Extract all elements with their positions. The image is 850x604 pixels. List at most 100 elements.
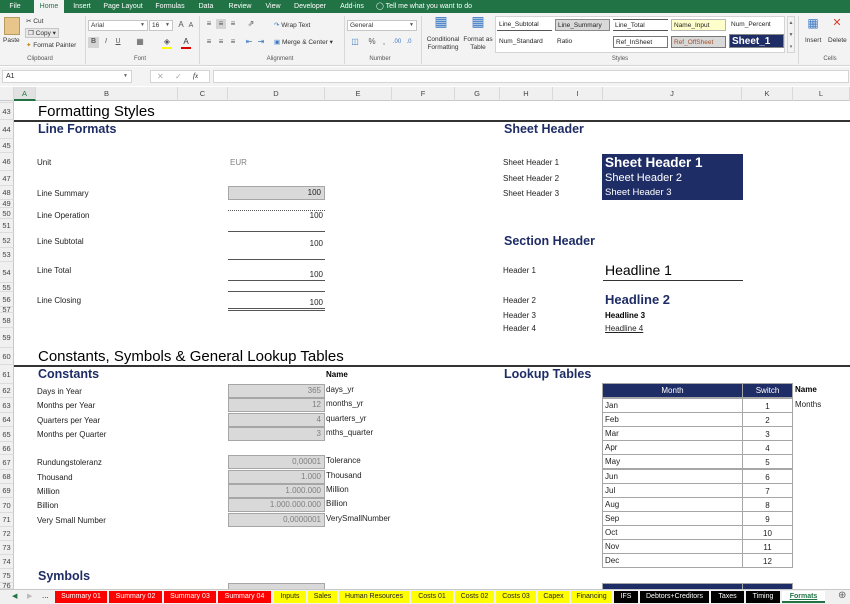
tab-insert[interactable]: Insert [68, 0, 96, 13]
sheet-tab[interactable]: Sales [308, 591, 337, 603]
sheet-tab[interactable]: Summary 02 [109, 591, 162, 603]
row-header[interactable]: 70 [0, 498, 14, 513]
row-header[interactable]: 62 [0, 384, 14, 398]
lookup-switch-cell[interactable]: 7 [742, 482, 793, 498]
formula-input[interactable] [213, 70, 849, 83]
font-color-icon[interactable]: A [181, 37, 191, 49]
name-box[interactable]: A1 ▼ [2, 70, 132, 83]
align-left-icon[interactable]: ≡ [204, 37, 214, 47]
tell-me-box[interactable]: ◯ Tell me what you want to do [376, 0, 480, 13]
line-closing-value[interactable]: 100 [228, 298, 325, 307]
constant-value[interactable]: 365 [228, 384, 325, 398]
row-header[interactable]: 71 [0, 513, 14, 527]
tab-file[interactable]: File [2, 0, 28, 13]
style-line-summary[interactable]: Line_Summary [555, 19, 610, 31]
lookup-switch-cell[interactable]: 9 [742, 510, 793, 526]
lookup-switch-cell[interactable]: 8 [742, 496, 793, 512]
column-header-g[interactable]: G [455, 87, 500, 101]
scroll-tabs-left-icon[interactable]: ◀ [12, 592, 17, 600]
constant-value[interactable]: 0,0000001 [228, 513, 325, 527]
cut-button[interactable]: ✂ Cut [26, 17, 43, 25]
row-header[interactable]: 68 [0, 470, 14, 484]
lookup-switch-cell[interactable]: 2 [742, 412, 793, 428]
currency-icon[interactable]: ◫ [348, 37, 362, 47]
lookup-switch-cell[interactable]: 4 [742, 440, 793, 456]
row-header[interactable]: 48 [0, 186, 14, 200]
row-header[interactable]: 66 [0, 442, 14, 455]
style-num-standard[interactable]: Num_Standard [497, 36, 552, 48]
merge-center-button[interactable]: ▣ Merge & Center ▾ [274, 38, 333, 46]
lookup-month-cell[interactable]: Jan [602, 398, 743, 413]
percent-button[interactable]: % [367, 37, 377, 47]
tab-data[interactable]: Data [194, 0, 218, 13]
lookup-switch-cell[interactable]: 10 [742, 524, 793, 540]
column-header-k[interactable]: K [742, 87, 793, 101]
delete-button[interactable]: Delete [828, 37, 847, 44]
tab-view[interactable]: View [260, 0, 286, 13]
style-ref-insheet[interactable]: Ref_InSheet [613, 36, 668, 48]
sheet-tab[interactable]: Costs 03 [496, 591, 536, 603]
column-header-i[interactable]: I [553, 87, 603, 101]
constant-value[interactable]: 1.000.000.000 [228, 498, 325, 512]
conditional-formatting-button[interactable]: Conditional Formatting [424, 36, 462, 52]
lookup-month-cell[interactable]: Mar [602, 426, 743, 442]
cancel-icon[interactable]: ✕ [157, 72, 164, 81]
increase-font-icon[interactable]: A [176, 20, 186, 30]
tab-add-ins[interactable]: Add-ins [336, 0, 368, 13]
sheet-tab[interactable]: Human Resources [339, 591, 409, 603]
lookup-switch-cell[interactable]: 12 [742, 553, 793, 569]
constant-value[interactable]: 0,00001 [228, 455, 325, 469]
constant-value[interactable]: 12 [228, 398, 325, 412]
row-header[interactable]: 51 [0, 219, 14, 233]
tab-page-layout[interactable]: Page Layout [100, 0, 146, 13]
style-name-input[interactable]: Name_Input [671, 19, 726, 31]
row-header[interactable]: 63 [0, 398, 14, 413]
lookup-month-cell[interactable]: Jun [602, 468, 743, 484]
sheet-tab[interactable]: Summary 03 [164, 591, 216, 603]
row-header[interactable]: 52 [0, 233, 14, 248]
column-header-a[interactable]: A [14, 87, 36, 101]
constant-value[interactable]: 3 [228, 427, 325, 441]
delete-cells-icon[interactable]: ✕ [830, 18, 844, 32]
comma-button[interactable]: , [380, 37, 388, 47]
insert-cells-icon[interactable]: ▦ [806, 17, 820, 32]
row-header[interactable]: 53 [0, 248, 14, 262]
style-line-total[interactable]: Line_Total [613, 19, 668, 31]
increase-decimal-icon[interactable]: .00 [392, 37, 402, 47]
row-header[interactable]: 73 [0, 541, 14, 555]
column-header-l[interactable]: L [793, 87, 850, 101]
row-header[interactable]: 69 [0, 484, 14, 498]
column-header-h[interactable]: H [500, 87, 553, 101]
lookup-month-cell[interactable]: Feb [602, 412, 743, 428]
row-header[interactable]: 59 [0, 328, 14, 348]
lookup-switch-cell[interactable]: 1 [742, 398, 793, 413]
fill-color-icon[interactable]: ◈ [162, 37, 172, 49]
row-header[interactable]: 50 [0, 208, 14, 219]
lookup-month-cell[interactable]: Nov [602, 539, 743, 554]
paste-button[interactable]: Paste [3, 37, 20, 44]
new-sheet-icon[interactable]: ⊕ [838, 590, 846, 601]
line-total-value[interactable]: 100 [228, 270, 325, 279]
orientation-icon[interactable]: ⇗ [244, 19, 258, 29]
column-header-d[interactable]: D [228, 87, 325, 101]
sheet-tab[interactable]: Financing [571, 591, 612, 603]
lookup-month-cell[interactable]: Sep [602, 510, 743, 526]
line-subtotal-value[interactable]: 100 [228, 239, 325, 248]
row-header[interactable]: 61 [0, 365, 14, 384]
decrease-font-icon[interactable]: A [187, 21, 195, 31]
styles-gallery-scroll[interactable]: ▲ ▼ ▾ [787, 16, 795, 53]
sheet-tab[interactable]: Debtors+Creditors [640, 591, 709, 603]
number-format-combo[interactable]: General ▼ [347, 20, 417, 31]
sheet-header-3-sample[interactable]: Sheet Header 3 [605, 187, 672, 198]
sheet-tab[interactable]: Summary 04 [218, 591, 271, 603]
enter-icon[interactable]: ✓ [175, 72, 182, 81]
increase-indent-icon[interactable]: ⇥ [256, 37, 266, 47]
style-ratio[interactable]: Ratio [555, 36, 610, 48]
select-all-corner[interactable] [0, 87, 14, 101]
row-header[interactable]: 64 [0, 413, 14, 427]
constant-value[interactable]: 1.000 [228, 470, 325, 484]
align-bottom-icon[interactable]: ≡ [228, 19, 238, 29]
headline-1-sample[interactable]: Headline 1 [605, 262, 672, 278]
style-sheet-1[interactable]: Sheet_1 [729, 34, 784, 48]
insert-function-icon[interactable]: fx [193, 72, 198, 80]
